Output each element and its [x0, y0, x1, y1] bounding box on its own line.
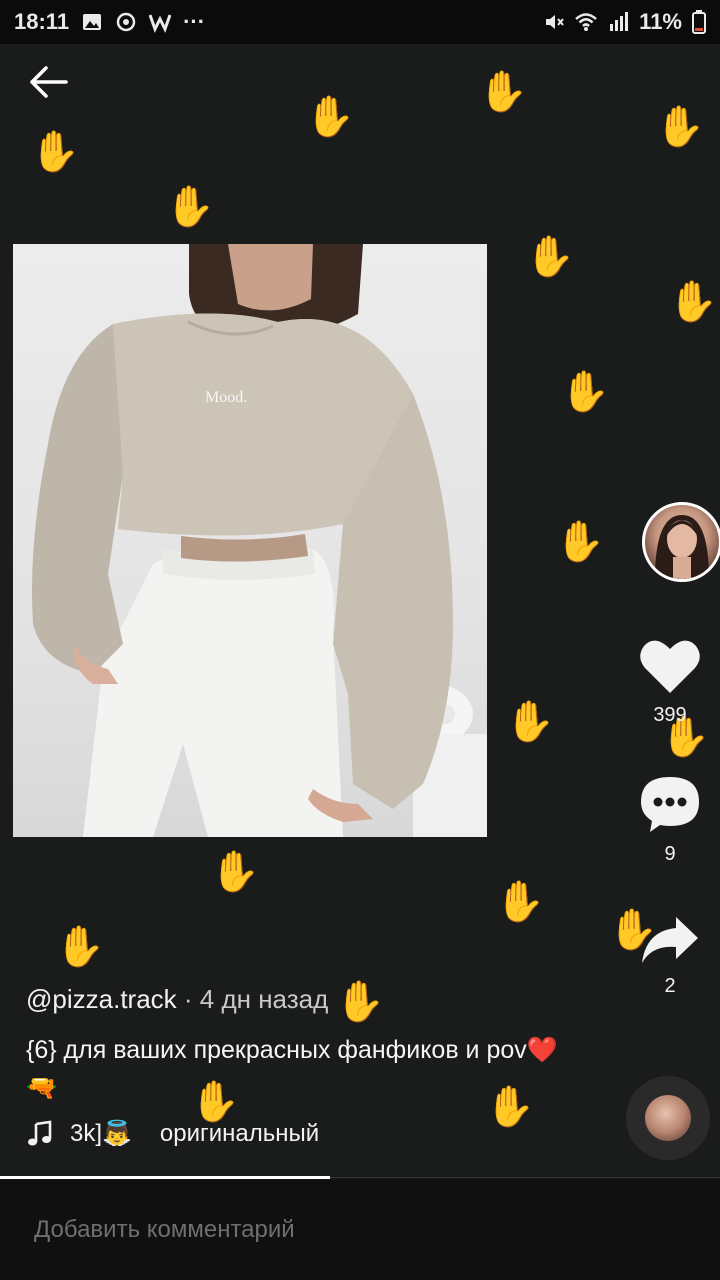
- like-count: 399: [653, 704, 687, 726]
- wifi-icon: [575, 13, 598, 31]
- video-progress[interactable]: [0, 1176, 330, 1179]
- pattern-icon: ✋: [525, 235, 575, 279]
- sync-icon: [116, 12, 136, 32]
- sweatshirt-illustration: Mood.: [32, 244, 487, 837]
- status-time: 18:11: [14, 9, 70, 34]
- separator: ·: [176, 984, 200, 1014]
- post-caption: @pizza.track · 4 дн назад {6} для ваших …: [26, 984, 586, 1148]
- music-disc-cover: [645, 1095, 691, 1141]
- share-count: 2: [664, 975, 676, 997]
- video-content[interactable]: ✋ ✋ ✋ ✋ ✋ ✋ ✋ ✋ ✋ ✋ ✋ ✋ ✋ ✋ ✋ ✋ ✋ ✋ Mood…: [0, 44, 720, 1176]
- music-sound-label: оригинальный: [159, 1119, 320, 1147]
- avatar-face: [655, 515, 709, 579]
- more-notifications: ···: [183, 9, 206, 34]
- battery-icon: [692, 10, 706, 34]
- pattern-icon: ✋: [55, 925, 105, 969]
- pattern-icon: ✋: [495, 880, 545, 924]
- pattern-icon: ✋: [560, 370, 610, 414]
- heart-icon[interactable]: [638, 637, 702, 695]
- battery-percent: 11%: [639, 9, 682, 34]
- comment-input[interactable]: [32, 1215, 676, 1245]
- like-action[interactable]: 399: [620, 637, 720, 727]
- pattern-icon: ✋: [505, 700, 555, 744]
- gallery-icon: [83, 14, 102, 30]
- music-info[interactable]: 3k]👼 оригинальный: [26, 1119, 586, 1148]
- pattern-icon: ✋: [210, 850, 260, 894]
- share-action[interactable]: 2: [620, 914, 720, 998]
- author-username[interactable]: @pizza.track: [26, 984, 177, 1014]
- music-note-icon: [28, 1120, 52, 1145]
- signal-icon: [610, 12, 629, 31]
- comment-bar: [0, 1180, 720, 1280]
- author-avatar[interactable]: [642, 502, 720, 582]
- mute-icon: [546, 15, 564, 29]
- share-arrow-icon[interactable]: [640, 914, 700, 966]
- post-photo: Mood.: [13, 244, 487, 837]
- music-title: 3k]👼: [70, 1120, 132, 1147]
- post-description: {6} для ваших прекрасных фанфиков и pov❤…: [26, 1036, 558, 1102]
- pattern-icon: ✋: [655, 105, 705, 149]
- pattern-icon: ✋: [555, 520, 605, 564]
- pattern-icon: ✋: [478, 70, 528, 114]
- status-bar: 18:11 ··· 11%: [0, 0, 720, 44]
- author-line: @pizza.track · 4 дн назад: [26, 984, 586, 1015]
- back-arrow-icon[interactable]: [26, 62, 70, 102]
- pattern-icon: ✋: [30, 130, 80, 174]
- post-time: 4 дн назад: [199, 984, 329, 1014]
- photo-text: Mood.: [205, 389, 247, 406]
- w-app-icon: [149, 14, 172, 33]
- music-disc[interactable]: [626, 1076, 710, 1160]
- comment-icon[interactable]: [638, 774, 702, 834]
- comment-action[interactable]: 9: [620, 774, 720, 866]
- video-progress-track: [330, 1177, 720, 1178]
- comment-count: 9: [664, 843, 676, 865]
- pattern-icon: ✋: [165, 185, 215, 229]
- pattern-icon: ✋: [668, 280, 718, 324]
- pattern-icon: ✋: [305, 95, 355, 139]
